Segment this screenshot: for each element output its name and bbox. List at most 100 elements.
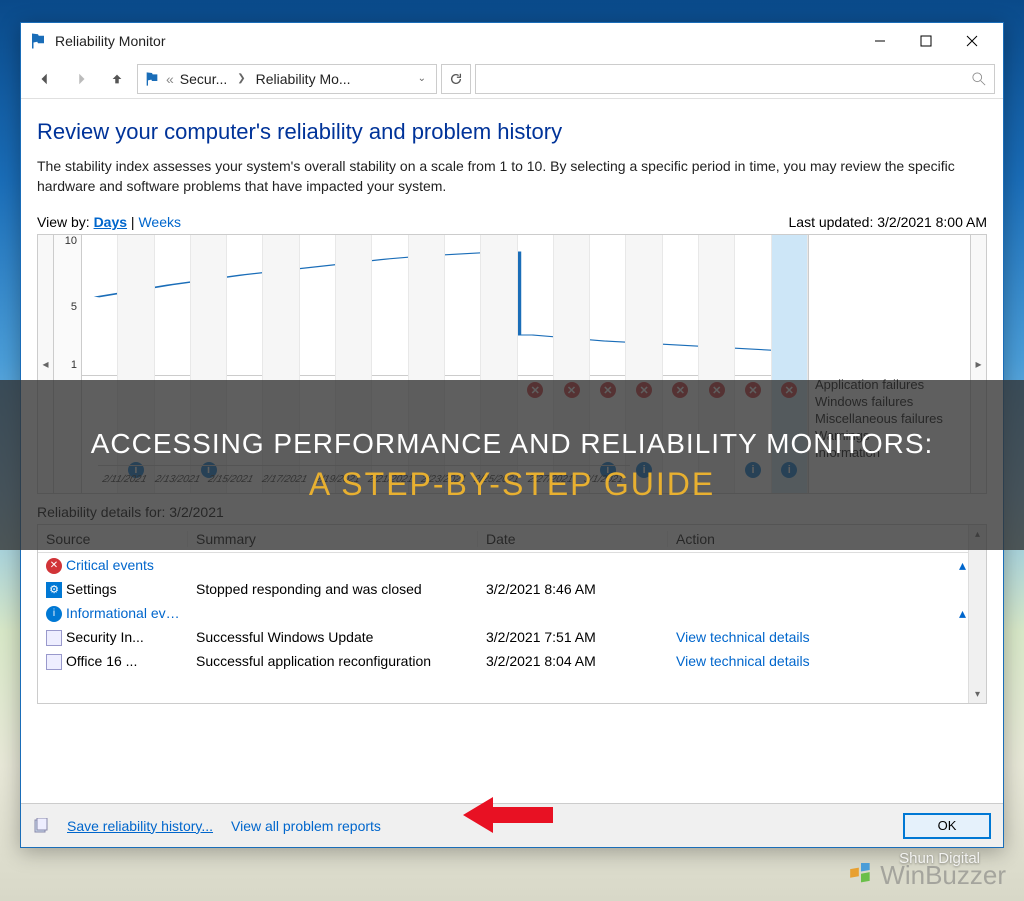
legend-information: Information (815, 444, 964, 461)
watermark-logo-icon (848, 863, 874, 889)
refresh-icon (449, 72, 463, 86)
reliability-monitor-window: Reliability Monitor « Secur... ❯ Reliabi… (20, 22, 1004, 848)
legend-windows-failures: Windows failures (815, 393, 964, 410)
navigation-bar: « Secur... ❯ Reliability Mo... ⌄ (21, 59, 1003, 99)
xaxis-label: 2/19/2021 (307, 466, 367, 493)
chart-scroll-right[interactable]: ▸ (970, 235, 986, 493)
stability-chart: ◂ 10 5 1 ✕✕✕✕✕✕✕✕iiiiii 2/11/20212/13/20… (37, 234, 987, 494)
breadcrumb-flag-icon (144, 71, 160, 87)
xaxis-label: 2/21/2021 (360, 466, 420, 493)
xaxis-label: 2/27/2021 (520, 466, 580, 493)
chevron-right-icon: ❯ (233, 73, 249, 84)
chevron-down-icon[interactable]: ⌄ (414, 73, 430, 84)
ytick-5: 5 (71, 301, 77, 313)
nav-forward-button[interactable] (65, 63, 97, 95)
search-icon (972, 72, 986, 86)
ytick-1: 1 (71, 359, 77, 371)
error-glyph-icon: ✕ (745, 382, 761, 398)
info-glyph-icon: i (781, 462, 797, 478)
row-security-update[interactable]: Security In... Successful Windows Update… (38, 625, 986, 649)
viewby-weeks-link[interactable]: Weeks (138, 214, 181, 230)
app-flag-icon (29, 32, 47, 50)
window-controls (857, 25, 995, 57)
xaxis-label: 2/13/2021 (148, 466, 208, 493)
legend-app-failures: Application failures (815, 376, 964, 393)
chart-legend: Application failures Windows failures Mi… (808, 235, 970, 493)
nav-back-button[interactable] (29, 63, 61, 95)
xaxis-label: 2/11/2021 (94, 466, 154, 493)
details-title: Reliability details for: 3/2/2021 (37, 504, 987, 520)
maximize-button[interactable] (903, 25, 949, 57)
breadcrumb-item-reliability[interactable]: Reliability Mo... (256, 71, 351, 87)
error-icon: ✕ (46, 558, 62, 574)
scroll-up-icon[interactable]: ▴ (969, 525, 986, 543)
page-title: Review your computer's reliability and p… (37, 119, 987, 145)
grid-header: Source Summary Date Action (38, 525, 986, 553)
col-header-action[interactable]: Action (668, 531, 986, 547)
refresh-button[interactable] (441, 64, 471, 94)
error-glyph-icon: ✕ (600, 382, 616, 398)
document-icon (46, 654, 62, 670)
viewby-label: View by: (37, 214, 90, 230)
view-details-link[interactable]: View technical details (676, 653, 810, 669)
xaxis-label: 2/17/2021 (254, 466, 314, 493)
page-description: The stability index assesses your system… (37, 157, 987, 196)
grid-body: ✕Critical events ▴ ⚙Settings Stopped res… (38, 553, 986, 673)
ok-button[interactable]: OK (903, 813, 991, 839)
xaxis-label: 2/23/2021 (414, 466, 474, 493)
view-details-link[interactable]: View technical details (676, 629, 810, 645)
group-informational-events[interactable]: iInformational events (4) ▴ (38, 601, 986, 625)
group-critical-events[interactable]: ✕Critical events ▴ (38, 553, 986, 577)
row-office-reconfig[interactable]: Office 16 ... Successful application rec… (38, 649, 986, 673)
watermark-shundigital: Shun Digital (899, 850, 980, 867)
legend-misc-failures: Miscellaneous failures (815, 410, 964, 427)
error-glyph-icon: ✕ (709, 382, 725, 398)
xaxis-label: 2/15/2021 (201, 466, 261, 493)
chart-scroll-left[interactable]: ◂ (38, 235, 54, 493)
view-all-reports-link[interactable]: View all problem reports (231, 818, 381, 834)
window-title: Reliability Monitor (55, 33, 857, 49)
error-glyph-icon: ✕ (672, 382, 688, 398)
search-box[interactable] (475, 64, 995, 94)
error-glyph-icon: ✕ (636, 382, 652, 398)
row-settings-crash[interactable]: ⚙Settings Stopped responding and was clo… (38, 577, 986, 601)
details-grid: Source Summary Date Action ✕Critical eve… (37, 524, 987, 704)
watermark-winbuzzer: WinBuzzer (848, 860, 1006, 891)
col-header-source[interactable]: Source (38, 531, 188, 547)
scroll-down-icon[interactable]: ▾ (969, 685, 986, 703)
footer-bar: Save reliability history... View all pro… (21, 803, 1003, 847)
error-glyph-icon: ✕ (527, 382, 543, 398)
nav-up-button[interactable] (101, 63, 133, 95)
error-glyph-icon: ✕ (781, 382, 797, 398)
titlebar: Reliability Monitor (21, 23, 1003, 59)
legend-warnings: Warnings (815, 427, 964, 444)
info-glyph-icon: i (745, 462, 761, 478)
col-header-summary[interactable]: Summary (188, 531, 478, 547)
info-icon: i (46, 606, 62, 622)
xaxis-label: 2/25/2021 (467, 466, 527, 493)
chart-plot[interactable]: ✕✕✕✕✕✕✕✕iiiiii (82, 235, 808, 493)
breadcrumb-prefix: « (166, 71, 174, 87)
viewby-row: View by: Days | Weeks Last updated: 3/2/… (37, 214, 987, 230)
chart-main: 10 5 1 ✕✕✕✕✕✕✕✕iiiiii 2/11/20212/13/2021… (54, 235, 808, 493)
col-header-date[interactable]: Date (478, 531, 668, 547)
close-button[interactable] (949, 25, 995, 57)
chart-xaxis: 2/11/20212/13/20212/15/20212/17/20212/19… (98, 465, 630, 493)
save-history-link[interactable]: Save reliability history... (67, 818, 213, 834)
breadcrumb[interactable]: « Secur... ❯ Reliability Mo... ⌄ (137, 64, 437, 94)
error-glyph-icon: ✕ (564, 382, 580, 398)
last-updated-label: Last updated: 3/2/2021 8:00 AM (789, 214, 988, 230)
breadcrumb-item-security[interactable]: Secur... (180, 71, 227, 87)
xaxis-label: 3/1/2021 (573, 466, 633, 493)
viewby-separator: | (131, 214, 135, 230)
content-area: Review your computer's reliability and p… (21, 99, 1003, 803)
ytick-10: 10 (65, 235, 77, 247)
save-icon (33, 818, 49, 834)
viewby-days-link[interactable]: Days (94, 214, 127, 230)
chart-yaxis: 10 5 1 (54, 235, 82, 493)
gear-icon: ⚙ (46, 582, 62, 598)
info-glyph-icon: i (636, 462, 652, 478)
search-input[interactable] (484, 70, 972, 88)
minimize-button[interactable] (857, 25, 903, 57)
grid-scrollbar[interactable]: ▴ ▾ (968, 525, 986, 703)
